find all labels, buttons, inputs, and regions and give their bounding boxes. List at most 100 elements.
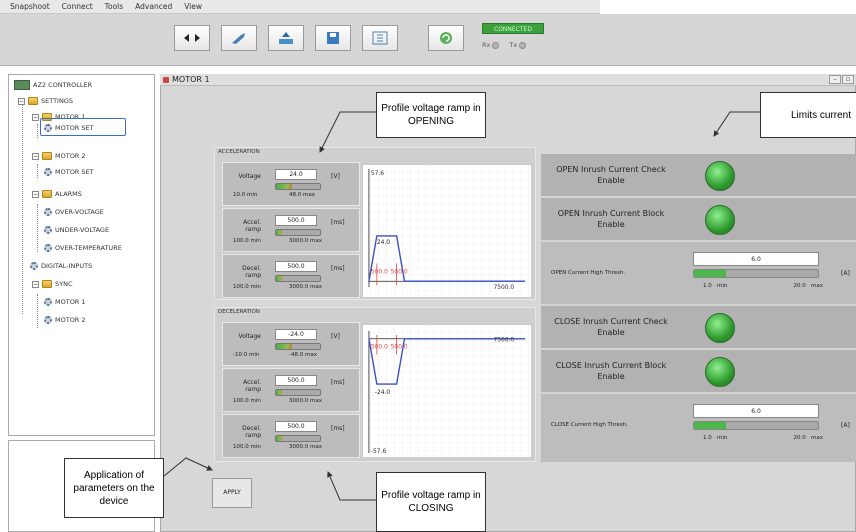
decel-accel-ramp-param: Accel. ramp 500.0 [ms] 100.0 min 3000.0 … [222,368,360,412]
save-icon [327,32,339,44]
restore-button[interactable]: ▫ [842,75,854,84]
tree-alarms[interactable]: − ALARMS [32,190,82,198]
refresh-button[interactable] [428,25,464,51]
accel-ramp-unit: [ms] [331,219,345,226]
accel-ramp-slider[interactable] [275,229,321,236]
callout-limits: Limits current [760,92,856,138]
save-button[interactable] [315,25,351,51]
tree-motor2-set-label: MOTOR SET [55,168,94,176]
tree-over-temperature[interactable]: OVER-TEMPERATURE [44,244,122,252]
accel-ramp-input[interactable]: 500.0 [275,215,317,226]
open-threshold-slider[interactable] [693,269,819,278]
voltage-max: 48.0 [289,192,302,198]
accel-ramp-label: Accel. ramp [243,379,261,393]
voltage-input[interactable]: -24.0 [275,329,317,340]
min-label: min [717,283,728,289]
menu-snapshoot[interactable]: Snapshoot [4,0,56,13]
max-label: max [811,283,823,289]
decel-ramp-max: 3000.0 [289,284,309,290]
open-check-label: OPEN Inrush Current Check Enable [556,165,666,185]
callout-opening: Profile voltage ramp in OPENING [376,92,486,138]
tree-sync[interactable]: − SYNC [32,280,73,288]
connection-status: CONNECTED [482,23,544,34]
navigate-button[interactable] [174,25,210,51]
menu-connect[interactable]: Connect [56,0,99,13]
decel-ramp-slider[interactable] [275,435,321,442]
open-threshold-input[interactable]: 6.0 [693,252,819,266]
collapse-icon[interactable]: − [32,280,39,288]
tree-root[interactable]: AZ2 CONTROLLER [14,80,92,90]
collapse-icon[interactable]: − [32,190,39,198]
main-title-bar: MOTOR 1 – ▫ [160,74,856,86]
tree-over-voltage[interactable]: OVER-VOLTAGE [44,208,104,216]
decel-ramp-input[interactable]: 500.0 [275,421,317,432]
acceleration-section-label: ACCELERATION [218,149,260,155]
open-block-led-icon[interactable] [705,205,735,235]
tree-under-voltage[interactable]: UNDER-VOLTAGE [44,226,109,234]
chart-ramp-label-2: 500.0 [391,345,408,351]
menu-view[interactable]: View [178,0,208,13]
accel-ramp-input[interactable]: 500.0 [275,375,317,386]
tree-settings[interactable]: − SETTINGS [18,97,73,105]
close-check-led-icon[interactable] [705,313,735,343]
tree-digital-inputs[interactable]: DIGITAL-INPUTS [30,262,92,270]
current-limits-panel: OPEN Inrush Current Check Enable OPEN In… [541,154,856,462]
close-check-row: CLOSE Inrush Current Check Enable [541,306,856,350]
tree-over-voltage-label: OVER-VOLTAGE [55,208,104,216]
tree-alarms-label: ALARMS [55,190,82,198]
max-label: max [310,284,322,290]
menu-advanced[interactable]: Advanced [129,0,178,13]
chart-xend-label: 7500.0 [493,338,514,344]
close-threshold-slider[interactable] [693,421,819,430]
voltage-label: Voltage [238,333,261,340]
tx-label: Tx [509,41,518,49]
menu-bar: Snapshoot Connect Tools Advanced View [0,0,600,14]
connection-panel: CONNECTED Rx Tx [482,23,554,57]
close-threshold-input[interactable]: 6.0 [693,404,819,418]
accel-ramp-min: 100.0 [233,398,249,404]
voltage-slider[interactable] [275,343,321,350]
decel-ramp-slider[interactable] [275,275,321,282]
open-check-led-icon[interactable] [705,161,735,191]
tree-motor2[interactable]: − MOTOR 2 [32,152,86,160]
voltage-input[interactable]: 24.0 [275,169,317,180]
tree-sync-motor1[interactable]: MOTOR 1 [44,298,86,306]
chart-ymin-label: -57.6 [371,449,387,455]
accel-ramp-min: 100.0 [233,238,249,244]
min-label: min [248,352,260,358]
deceleration-section-label: DECELERATION [218,309,260,315]
upload-button[interactable] [268,25,304,51]
min-label: min [250,444,261,450]
tree-sync-motor2[interactable]: MOTOR 2 [44,316,86,324]
menu-tools[interactable]: Tools [99,0,129,13]
decel-ramp-unit: [ms] [331,425,345,432]
accel-ramp-slider[interactable] [275,389,321,396]
callout-closing: Profile voltage ramp in CLOSING [376,472,486,532]
voltage-max: -48.0 [289,352,304,358]
collapse-icon[interactable]: − [32,152,39,160]
folder-icon [42,280,52,288]
apply-button[interactable]: APPLY [212,478,252,508]
tree-motor1-set[interactable]: MOTOR SET [44,124,94,132]
close-block-led-icon[interactable] [705,357,735,387]
arrows-icon [184,34,200,42]
voltage-min: 10.0 [233,192,246,198]
settings-grid-button[interactable] [362,25,398,51]
grid-icon [372,31,388,45]
collapse-icon[interactable]: − [18,97,25,105]
open-threshold-row: OPEN Current High Thresh. 6.0 [A] 1.0 mi… [541,242,856,306]
gear-icon [44,168,52,176]
voltage-slider[interactable] [275,183,321,190]
chart-ramp-label-2: 500.0 [391,269,408,275]
wrench-icon [232,33,245,44]
gear-icon [44,244,52,252]
chart-ramp-label-1: 500.0 [371,269,388,275]
decel-ramp-input[interactable]: 500.0 [275,261,317,272]
decel-ramp-label: Decel. ramp [242,425,261,439]
decel-voltage-param: Voltage -24.0 [V] -10.0 min -48.0 max [222,322,360,366]
wrench-button[interactable] [221,25,257,51]
tree-motor2-set[interactable]: MOTOR SET [44,168,94,176]
voltage-unit: [V] [331,333,340,340]
collapse-icon[interactable]: − [32,113,39,121]
minimize-button[interactable]: – [829,75,841,84]
